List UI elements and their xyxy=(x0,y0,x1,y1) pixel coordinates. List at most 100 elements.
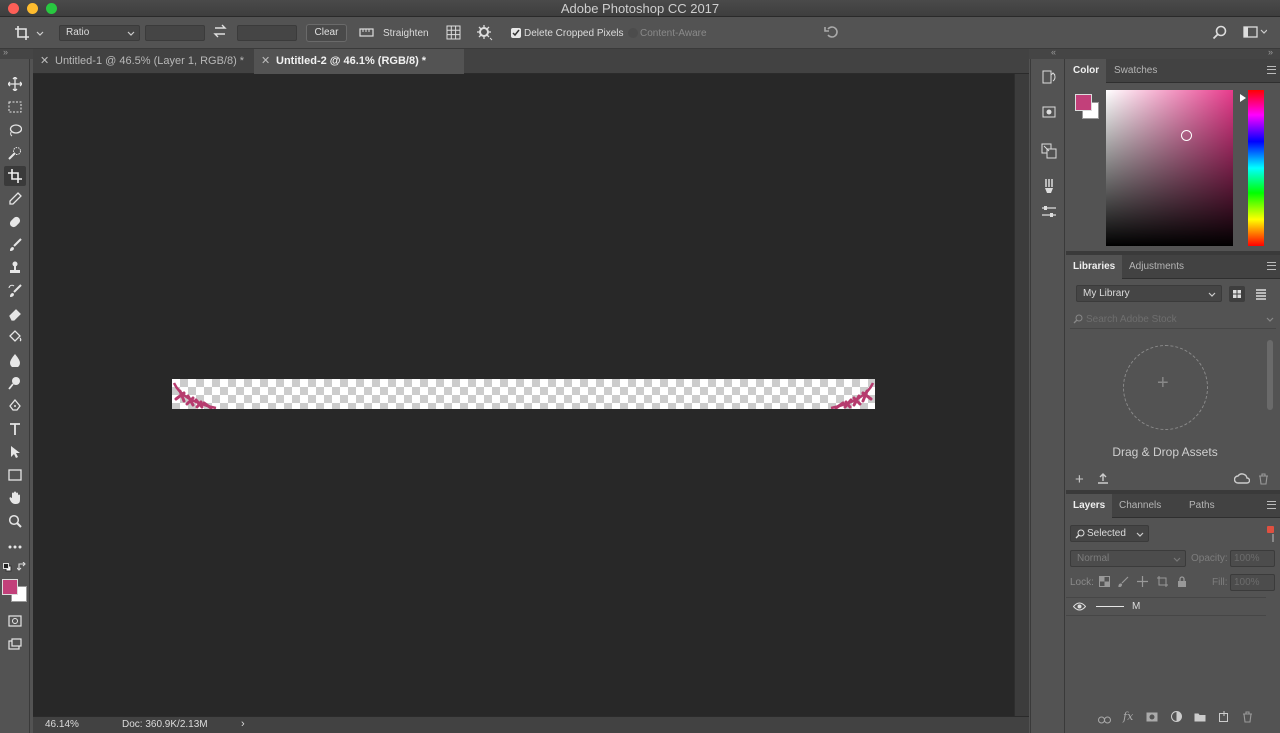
panel-menu-icon[interactable] xyxy=(1267,262,1276,270)
brush-presets-panel-icon[interactable] xyxy=(1039,178,1059,198)
adjustments-sliders-icon[interactable] xyxy=(1039,204,1059,224)
canvas-vertical-scrollbar[interactable] xyxy=(1014,74,1029,716)
tab-untitled-1[interactable]: ✕ Untitled-1 @ 46.5% (Layer 1, RGB/8) * xyxy=(33,49,253,74)
hand-tool-icon[interactable] xyxy=(4,488,26,508)
layer-filter-select[interactable]: Selected xyxy=(1070,525,1149,542)
upload-icon[interactable] xyxy=(1097,473,1109,488)
collapse-panels-icon[interactable]: » xyxy=(1268,47,1273,57)
tab-untitled-2[interactable]: ✕ Untitled-2 @ 46.1% (RGB/8) * xyxy=(254,49,464,74)
color-panel-foreground-swatch[interactable] xyxy=(1075,94,1092,111)
screen-mode-icon[interactable] xyxy=(4,634,26,654)
reset-crop-icon[interactable] xyxy=(824,25,840,42)
close-tab-icon[interactable]: ✕ xyxy=(40,49,49,74)
foreground-color-swatch[interactable] xyxy=(2,579,18,595)
collapse-iconstrip-icon[interactable]: « xyxy=(1051,47,1056,57)
new-adjustment-layer-icon[interactable] xyxy=(1171,711,1182,725)
eraser-tool-icon[interactable] xyxy=(4,304,26,324)
lock-image-pixels-icon[interactable] xyxy=(1118,576,1129,590)
filter-toggle-icon[interactable] xyxy=(1267,526,1274,533)
history-brush-tool-icon[interactable] xyxy=(4,281,26,301)
new-group-icon[interactable] xyxy=(1194,711,1206,725)
new-layer-icon[interactable] xyxy=(1218,711,1229,725)
library-scrollbar[interactable] xyxy=(1267,340,1273,410)
delete-layer-icon[interactable] xyxy=(1242,711,1253,726)
add-asset-icon[interactable]: + xyxy=(1075,471,1084,488)
lasso-tool-icon[interactable] xyxy=(4,120,26,140)
healing-brush-tool-icon[interactable] xyxy=(4,212,26,232)
lock-all-icon[interactable] xyxy=(1177,576,1187,590)
layer-effects-icon[interactable]: fx xyxy=(1123,710,1133,723)
tab-color[interactable]: Color xyxy=(1066,59,1107,83)
default-colors-icon[interactable] xyxy=(3,563,12,575)
crop-tool-icon[interactable] xyxy=(4,166,26,186)
hue-slider-pointer-icon[interactable] xyxy=(1240,94,1246,102)
pen-tool-icon[interactable] xyxy=(4,396,26,416)
lock-transparent-icon[interactable] xyxy=(1099,576,1110,590)
zoom-level[interactable]: 46.14% xyxy=(45,719,79,730)
panel-menu-icon[interactable] xyxy=(1267,501,1276,509)
history-panel-icon[interactable] xyxy=(1039,69,1059,89)
library-select-value: My Library xyxy=(1083,288,1130,299)
trash-icon[interactable] xyxy=(1258,473,1269,488)
eye-visibility-icon[interactable] xyxy=(1072,602,1087,614)
properties-panel-icon[interactable] xyxy=(1039,104,1059,124)
link-layers-icon[interactable] xyxy=(1098,713,1111,727)
tab-adjustments[interactable]: Adjustments xyxy=(1122,255,1191,279)
lock-position-icon[interactable] xyxy=(1137,576,1148,590)
lock-artboard-icon[interactable] xyxy=(1157,576,1168,590)
expand-toolbar-icon[interactable]: » xyxy=(3,47,8,57)
layer-name[interactable]: M xyxy=(1132,601,1140,612)
straighten-label[interactable]: Straighten xyxy=(383,28,429,39)
search-icon[interactable] xyxy=(1212,25,1227,43)
status-menu-arrow-icon[interactable]: › xyxy=(241,718,245,730)
brush-tool-icon[interactable] xyxy=(4,235,26,255)
color-picker-cursor[interactable] xyxy=(1181,130,1192,141)
type-tool-icon[interactable] xyxy=(4,419,26,439)
ratio-select[interactable]: Ratio xyxy=(59,25,140,41)
overlay-grid-icon[interactable] xyxy=(446,25,461,43)
blur-tool-icon[interactable] xyxy=(4,350,26,370)
clear-button[interactable]: Clear xyxy=(306,24,347,42)
stock-search-input[interactable]: Search Adobe Stock xyxy=(1070,312,1276,329)
panel-menu-icon[interactable] xyxy=(1267,66,1276,74)
path-selection-tool-icon[interactable] xyxy=(4,442,26,462)
tab-swatches[interactable]: Swatches xyxy=(1107,59,1164,83)
tab-paths[interactable]: Paths xyxy=(1182,494,1222,518)
clone-stamp-tool-icon[interactable] xyxy=(4,258,26,278)
ratio-width-input[interactable] xyxy=(145,25,205,41)
straighten-icon[interactable] xyxy=(359,25,374,42)
close-tab-icon[interactable]: ✕ xyxy=(261,49,270,74)
dodge-tool-icon[interactable] xyxy=(4,373,26,393)
swap-colors-icon[interactable] xyxy=(16,561,27,575)
workspace-switcher-icon[interactable] xyxy=(1243,26,1268,41)
crop-tool-preset-icon[interactable] xyxy=(14,25,44,41)
move-tool-icon[interactable] xyxy=(4,74,26,94)
gear-icon[interactable] xyxy=(477,25,493,44)
zoom-tool-icon[interactable] xyxy=(4,511,26,531)
quick-mask-icon[interactable] xyxy=(4,611,26,631)
paint-bucket-tool-icon[interactable] xyxy=(4,327,26,347)
more-tools-icon[interactable] xyxy=(4,537,26,557)
add-asset-dropzone[interactable]: + xyxy=(1123,345,1208,430)
creative-cloud-icon[interactable] xyxy=(1233,473,1251,488)
delete-cropped-label[interactable]: Delete Cropped Pixels xyxy=(524,28,624,39)
marquee-tool-icon[interactable] xyxy=(4,97,26,117)
grid-view-icon[interactable] xyxy=(1229,286,1245,302)
character-style-panel-icon[interactable] xyxy=(1039,143,1059,163)
ratio-height-input[interactable] xyxy=(237,25,297,41)
add-mask-icon[interactable] xyxy=(1146,711,1158,725)
quick-selection-tool-icon[interactable] xyxy=(4,143,26,163)
library-select[interactable]: My Library xyxy=(1076,285,1222,302)
document-canvas[interactable] xyxy=(172,379,875,409)
color-saturation-field[interactable] xyxy=(1106,90,1233,246)
rectangle-tool-icon[interactable] xyxy=(4,465,26,485)
eyedropper-tool-icon[interactable] xyxy=(4,189,26,209)
tab-channels[interactable]: Channels xyxy=(1112,494,1168,518)
swap-ratio-icon[interactable] xyxy=(213,24,227,41)
delete-cropped-checkbox[interactable] xyxy=(511,28,521,38)
list-view-icon[interactable] xyxy=(1253,286,1269,305)
hue-slider[interactable] xyxy=(1248,90,1264,246)
tab-layers[interactable]: Layers xyxy=(1066,494,1113,518)
tab-libraries[interactable]: Libraries xyxy=(1066,255,1123,279)
layer-row[interactable]: M xyxy=(1066,597,1266,616)
